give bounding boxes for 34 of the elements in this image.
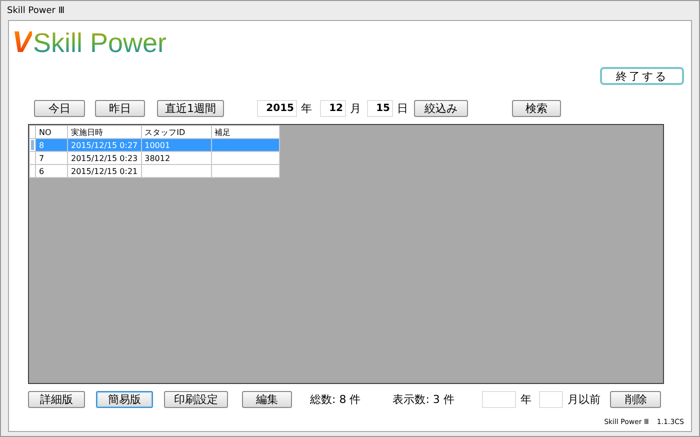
- table-cell: 10001: [141, 138, 212, 152]
- view-button[interactable]: 簡易版: [96, 391, 153, 408]
- filter-button[interactable]: 昨日: [95, 100, 145, 117]
- month-field[interactable]: 12: [320, 100, 346, 117]
- year-field[interactable]: 2015: [257, 100, 297, 117]
- filter-button[interactable]: 直近1週間: [157, 100, 224, 117]
- filter-apply-button[interactable]: 絞込み: [414, 100, 468, 117]
- total-count: 総数: 8 件: [310, 392, 361, 407]
- year-label: 年: [520, 392, 532, 407]
- table-cell: 2015/12/15 0:23: [68, 152, 142, 164]
- table-cell: 38012: [141, 152, 212, 164]
- day-label: 日: [397, 101, 408, 116]
- column-header[interactable]: 補足: [211, 126, 280, 138]
- delete-button[interactable]: 削除: [610, 391, 662, 408]
- month-before-label: 月以前: [567, 392, 600, 407]
- shown-count: 表示数: 3 件: [392, 392, 454, 407]
- year-label: 年: [301, 101, 312, 116]
- exit-button[interactable]: 終了する: [600, 67, 684, 85]
- day-field[interactable]: 15: [367, 100, 393, 117]
- purge-month-field[interactable]: [539, 391, 564, 408]
- view-button[interactable]: 編集: [242, 391, 292, 408]
- filter-button[interactable]: 今日: [34, 100, 85, 117]
- table-cell: 2015/12/15 0:27: [68, 138, 142, 152]
- table-cell: 2015/12/15 0:21: [68, 164, 142, 178]
- column-header[interactable]: 実施日時: [68, 126, 142, 138]
- purge-year-field[interactable]: [482, 391, 516, 408]
- view-button[interactable]: 印刷設定: [164, 391, 228, 408]
- month-label: 月: [350, 101, 361, 116]
- window-title: Skill Power Ⅲ: [7, 6, 65, 16]
- column-header[interactable]: NO: [36, 126, 68, 138]
- search-button[interactable]: 検索: [512, 100, 561, 117]
- row-marker: [31, 140, 34, 150]
- column-header[interactable]: スタッフID: [141, 126, 212, 138]
- view-button[interactable]: 詳細版: [28, 391, 85, 408]
